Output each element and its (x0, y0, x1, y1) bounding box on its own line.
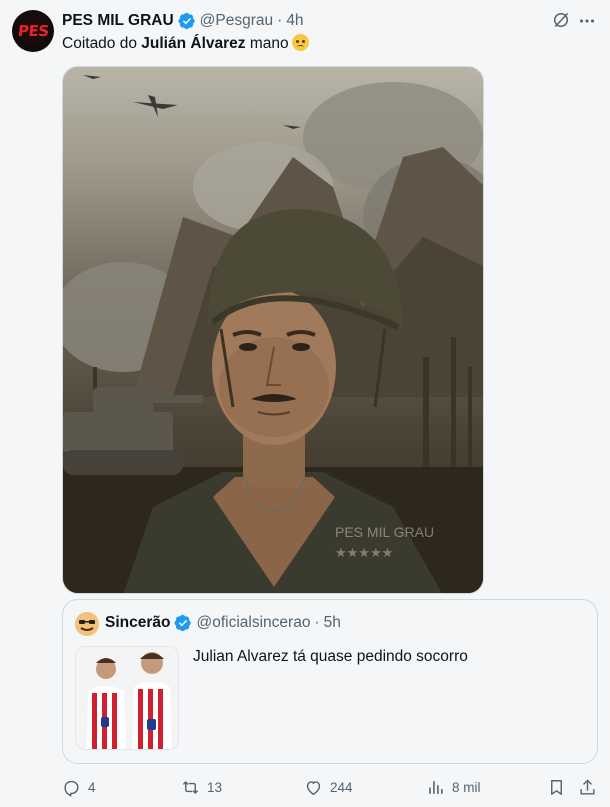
reply-button[interactable]: 4 (62, 776, 96, 798)
author-name[interactable]: PES MIL GRAU (62, 12, 174, 30)
bookmark-icon (551, 779, 562, 795)
reply-count: 4 (88, 779, 96, 795)
header-separator: · (277, 12, 283, 29)
share-icon (580, 778, 595, 795)
tweet-header: PES MIL GRAU @Pesgrau · 4h (62, 10, 304, 32)
like-button[interactable]: 244 (304, 776, 353, 798)
quoted-author-name: Sincerão (105, 614, 171, 631)
author-avatar[interactable]: PES (12, 10, 54, 52)
quoted-tweet-text: Julian Alvarez tá quase pedindo socorro (193, 648, 468, 665)
tweet-image[interactable]: PES MIL GRAU ★★★★★ (62, 66, 484, 594)
views-icon (429, 780, 443, 794)
quoted-tweet-header: Sincerão @oficialsincerao · 5h (105, 614, 341, 632)
quoted-tweet-image[interactable] (75, 646, 179, 750)
tweet-text-end: mano (245, 35, 289, 52)
quoted-tweet-timestamp: 5h (323, 614, 341, 631)
grok-icon[interactable] (551, 10, 571, 30)
retweet-icon (182, 780, 199, 794)
views-button[interactable]: 8 mil (426, 776, 481, 798)
more-icon[interactable] (576, 10, 598, 32)
tweet-text-start: Coitado do (62, 35, 142, 52)
quoted-verified-badge-icon (174, 614, 192, 632)
reply-icon (64, 780, 79, 797)
avatar-logo-text: PES (16, 22, 50, 40)
like-count: 244 (330, 779, 353, 795)
quoted-author-avatar[interactable] (75, 612, 99, 636)
share-button[interactable] (578, 776, 597, 798)
retweet-count: 13 (207, 779, 223, 795)
tweet-text: Coitado do Julián Álvarez mano (62, 34, 309, 54)
retweet-button[interactable]: 13 (181, 776, 222, 798)
like-icon (306, 780, 321, 795)
quoted-author-handle: @oficialsincerao (196, 614, 311, 631)
tweet-timestamp[interactable]: 4h (286, 12, 303, 30)
war-soldier-illustration: PES MIL GRAU ★★★★★ (63, 75, 483, 593)
views-count: 8 mil (452, 779, 481, 795)
author-handle[interactable]: @Pesgrau (200, 12, 273, 30)
tweet-text-bold: Julián Álvarez (141, 35, 246, 52)
quoted-tweet[interactable]: Sincerão @oficialsincerao · 5h Julian Al… (62, 599, 598, 764)
bookmark-button[interactable] (547, 776, 566, 798)
quoted-header-separator: · (314, 614, 320, 631)
tweet-action-bar: 4 13 244 8 mil (0, 776, 610, 798)
verified-badge-icon (178, 12, 195, 30)
image-watermark: PES MIL GRAU (335, 524, 434, 540)
crying-face-emoji-icon (291, 34, 309, 51)
svg-text:★★★★★: ★★★★★ (335, 546, 393, 561)
